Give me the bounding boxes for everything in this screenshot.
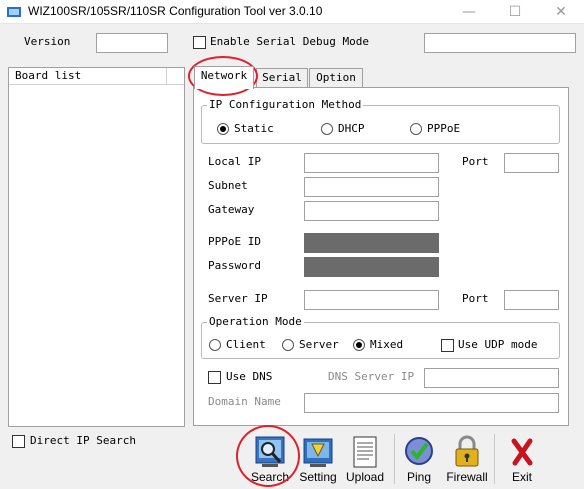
upload-icon [353,436,377,468]
use-dns-checkbox[interactable] [208,371,221,384]
search-icon [255,436,285,467]
exit-button-label: Exit [511,470,532,484]
maximize-button[interactable]: ☐ [492,0,538,24]
mixed-label: Mixed [370,338,404,351]
board-list-title: Board list [15,69,82,82]
pppoe-label: PPPoE [427,122,461,135]
debug-field[interactable] [424,33,576,53]
window-title: WIZ100SR/105SR/110SR Configuration Tool … [28,4,323,18]
server-port-field[interactable] [504,290,559,310]
dns-server-field[interactable] [424,368,559,388]
debug-label: Enable Serial Debug Mode [210,35,369,48]
minimize-button[interactable]: — [446,0,492,24]
password-label: Password [208,259,261,272]
use-dns-label: Use DNS [226,370,273,383]
gateway-label: Gateway [208,203,255,216]
port-field[interactable] [504,153,559,173]
local-ip-field[interactable] [304,153,439,173]
exit-icon [511,438,533,466]
udp-checkbox[interactable] [441,339,454,352]
debug-checkbox[interactable] [193,36,206,49]
server-port-label: Port [462,292,489,305]
subnet-field[interactable] [304,177,439,197]
version-label: Version [24,35,71,48]
client-label: Client [226,338,266,351]
board-list-header[interactable]: Board list [9,68,184,85]
firewall-icon [455,435,479,467]
radio-mixed[interactable] [353,339,365,351]
tab-option[interactable]: Option [309,68,363,88]
radio-server[interactable] [282,339,294,351]
tab-serial[interactable]: Serial [256,68,308,88]
pppoe-id-label: PPPoE ID [208,235,261,248]
upload-button-label: Upload [345,470,385,484]
server-label: Server [299,338,339,351]
static-label: Static [234,122,274,135]
tab-network[interactable]: Network [194,66,254,89]
pppoe-id-field[interactable] [304,233,439,253]
tab-option-label: Option [316,71,356,84]
radio-static[interactable] [217,123,229,135]
subnet-label: Subnet [208,179,248,192]
domain-name-field[interactable] [304,393,559,413]
password-field[interactable] [304,257,439,277]
exit-button[interactable]: Exit [492,432,552,486]
domain-name-label: Domain Name [208,395,281,408]
setting-icon [303,438,333,467]
dns-server-label: DNS Server IP [328,370,415,383]
firewall-button-label: Firewall [446,470,488,484]
tab-serial-label: Serial [262,71,302,84]
app-icon [7,7,21,17]
tab-network-label: Network [200,69,248,82]
radio-dhcp[interactable] [321,123,333,135]
udp-label: Use UDP mode [458,338,538,351]
radio-client[interactable] [209,339,221,351]
server-ip-label: Server IP [208,292,268,305]
operation-mode-title: Operation Mode [207,315,304,328]
board-list[interactable]: Board list [8,67,185,427]
gateway-field[interactable] [304,201,439,221]
close-button[interactable]: ✕ [538,0,584,24]
column-divider [166,68,167,85]
server-ip-field[interactable] [304,290,439,310]
version-field[interactable] [96,33,168,53]
direct-ip-checkbox[interactable] [12,435,25,448]
radio-pppoe[interactable] [410,123,422,135]
ip-config-title: IP Configuration Method [207,98,364,111]
ping-icon [405,437,433,465]
firewall-button[interactable]: Firewall [437,432,497,486]
upload-button[interactable]: Upload [335,432,395,486]
direct-ip-label: Direct IP Search [30,434,136,447]
local-ip-label: Local IP [208,155,261,168]
dhcp-label: DHCP [338,122,365,135]
port-label: Port [462,155,489,168]
